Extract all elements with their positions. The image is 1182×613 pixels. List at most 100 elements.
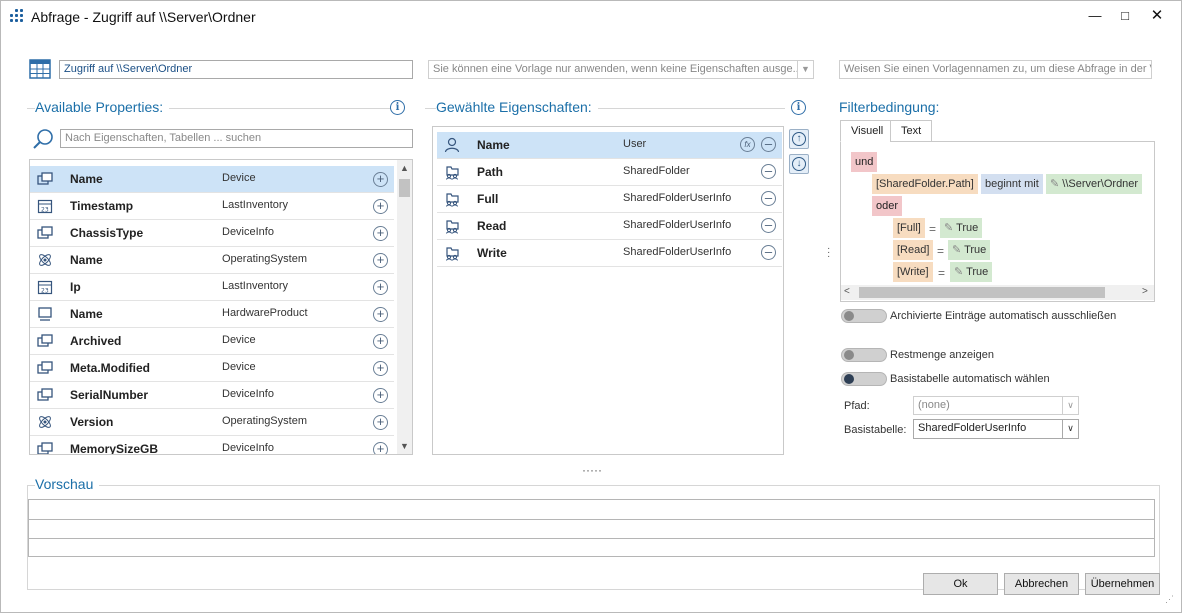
add-icon[interactable]: +: [373, 253, 388, 268]
add-icon[interactable]: +: [373, 442, 388, 454]
list-item[interactable]: Meta.Modified Device +: [30, 355, 394, 382]
add-icon[interactable]: +: [373, 361, 388, 376]
property-table: Device: [222, 334, 256, 346]
condition-field-chip[interactable]: [Full]: [893, 218, 925, 238]
resize-grip-icon[interactable]: ⋰: [1165, 595, 1174, 604]
vertical-splitter-handle[interactable]: · · ·: [827, 244, 830, 262]
property-name: Timestamp: [70, 199, 134, 213]
device-icon: [37, 360, 53, 376]
list-item[interactable]: Name User fx –: [437, 132, 782, 159]
or-operator[interactable]: oder: [872, 196, 903, 216]
window-title: Abfrage - Zugriff auf \\Server\Ordner: [31, 9, 256, 25]
list-item[interactable]: Full SharedFolderUserInfo –: [437, 186, 782, 213]
remove-icon[interactable]: –: [761, 164, 776, 179]
property-search-input[interactable]: Nach Eigenschaften, Tabellen ... suchen: [60, 129, 413, 148]
horizontal-splitter-handle[interactable]: ·····: [582, 463, 602, 477]
template-name-input[interactable]: Weisen Sie einen Vorlagennamen zu, um di…: [839, 60, 1152, 79]
path-select[interactable]: (none) ∨: [913, 396, 1079, 415]
tab-text[interactable]: Text: [890, 120, 933, 142]
rest-toggle[interactable]: [841, 348, 887, 362]
scroll-right-icon[interactable]: >: [1142, 286, 1148, 297]
available-list-scrollbar[interactable]: ▲ ▼: [397, 160, 412, 454]
function-icon[interactable]: fx: [740, 137, 755, 152]
condition-value-text: True: [964, 244, 987, 256]
tab-visual[interactable]: Visuell: [840, 120, 895, 142]
shared-folder-icon: [444, 191, 460, 207]
property-table: SharedFolderUserInfo: [623, 192, 732, 204]
list-item[interactable]: Write SharedFolderUserInfo –: [437, 240, 782, 267]
selected-properties-list: Name User fx – Path SharedFolder – Full SharedFo…: [432, 126, 784, 455]
scroll-up-icon[interactable]: ▲: [400, 163, 409, 173]
list-item[interactable]: 23 Timestamp LastInventory +: [30, 193, 394, 220]
list-item[interactable]: Path SharedFolder –: [437, 159, 782, 186]
svg-text:23: 23: [41, 207, 49, 214]
basetable-auto-toggle[interactable]: [841, 372, 887, 386]
apply-button[interactable]: Übernehmen: [1085, 573, 1160, 595]
list-item[interactable]: Name HardwareProduct +: [30, 301, 394, 328]
property-name: Full: [477, 192, 499, 206]
minimize-button[interactable]: —: [1082, 5, 1108, 27]
list-item[interactable]: 23 Ip LastInventory +: [30, 274, 394, 301]
pencil-icon: ✎: [944, 222, 954, 234]
maximize-button[interactable]: □: [1112, 5, 1138, 27]
add-icon[interactable]: +: [373, 307, 388, 322]
query-name-input[interactable]: Zugriff auf \\Server\Ordner: [59, 60, 413, 79]
condition-value-chip[interactable]: ✎ True: [950, 262, 993, 282]
list-item[interactable]: Name OperatingSystem +: [30, 247, 394, 274]
add-icon[interactable]: +: [373, 334, 388, 349]
scrollbar-thumb[interactable]: [859, 287, 1105, 298]
filter-horizontal-scrollbar[interactable]: < >: [841, 285, 1154, 300]
basetable-label: Basistabelle:: [844, 424, 907, 436]
filter-visual-editor: und [SharedFolder.Path] beginnt mit ✎ \\…: [840, 142, 1155, 302]
property-name: Name: [70, 307, 103, 321]
property-name: Version: [70, 415, 114, 429]
remove-icon[interactable]: –: [761, 218, 776, 233]
list-item[interactable]: Name Device +: [30, 166, 394, 193]
cancel-button[interactable]: Abbrechen: [1004, 573, 1079, 595]
condition-value-chip[interactable]: ✎ True: [940, 218, 983, 238]
path-label: Pfad:: [844, 400, 870, 412]
info-icon[interactable]: i: [791, 100, 806, 115]
arrow-down-icon: ↓: [792, 157, 806, 171]
property-table: DeviceInfo: [222, 388, 274, 400]
scroll-down-icon[interactable]: ▼: [400, 441, 409, 451]
atom-icon: [37, 252, 53, 268]
filter-field-chip[interactable]: [SharedFolder.Path]: [872, 174, 978, 194]
add-icon[interactable]: +: [373, 280, 388, 295]
remove-icon[interactable]: –: [761, 191, 776, 206]
add-icon[interactable]: +: [373, 415, 388, 430]
template-select[interactable]: Sie können eine Vorlage nur anwenden, we…: [428, 60, 814, 79]
filter-operator-chip[interactable]: beginnt mit: [981, 174, 1043, 194]
condition-field-chip[interactable]: [Read]: [893, 240, 934, 260]
info-icon[interactable]: i: [390, 100, 405, 115]
scroll-left-icon[interactable]: <: [844, 286, 850, 297]
filter-value-chip[interactable]: ✎ \\Server\Ordner: [1046, 174, 1143, 194]
list-item[interactable]: Archived Device +: [30, 328, 394, 355]
property-table: SharedFolderUserInfo: [623, 246, 732, 258]
property-table: DeviceInfo: [222, 442, 274, 454]
condition-field-chip[interactable]: [Write]: [893, 262, 933, 282]
move-up-button[interactable]: ↑: [789, 129, 809, 149]
list-item[interactable]: MemorySizeGB DeviceInfo +: [30, 436, 394, 454]
condition-value-chip[interactable]: ✎ True: [948, 240, 991, 260]
add-icon[interactable]: +: [373, 172, 388, 187]
ok-button[interactable]: Ok: [923, 573, 998, 595]
and-operator[interactable]: und: [851, 152, 878, 172]
svg-text:23: 23: [41, 288, 49, 295]
list-item[interactable]: Read SharedFolderUserInfo –: [437, 213, 782, 240]
remove-icon[interactable]: –: [761, 245, 776, 260]
remove-icon[interactable]: –: [761, 137, 776, 152]
add-icon[interactable]: +: [373, 199, 388, 214]
scrollbar-thumb[interactable]: [399, 179, 410, 197]
property-name: Path: [477, 165, 504, 179]
equals-sign: =: [929, 222, 937, 236]
move-down-button[interactable]: ↓: [789, 154, 809, 174]
add-icon[interactable]: +: [373, 226, 388, 241]
list-item[interactable]: SerialNumber DeviceInfo +: [30, 382, 394, 409]
basetable-select[interactable]: SharedFolderUserInfo ∨: [913, 419, 1079, 439]
archived-toggle[interactable]: [841, 309, 887, 323]
add-icon[interactable]: +: [373, 388, 388, 403]
close-button[interactable]: ✕: [1144, 5, 1170, 27]
list-item[interactable]: ChassisType DeviceInfo +: [30, 220, 394, 247]
list-item[interactable]: Version OperatingSystem +: [30, 409, 394, 436]
